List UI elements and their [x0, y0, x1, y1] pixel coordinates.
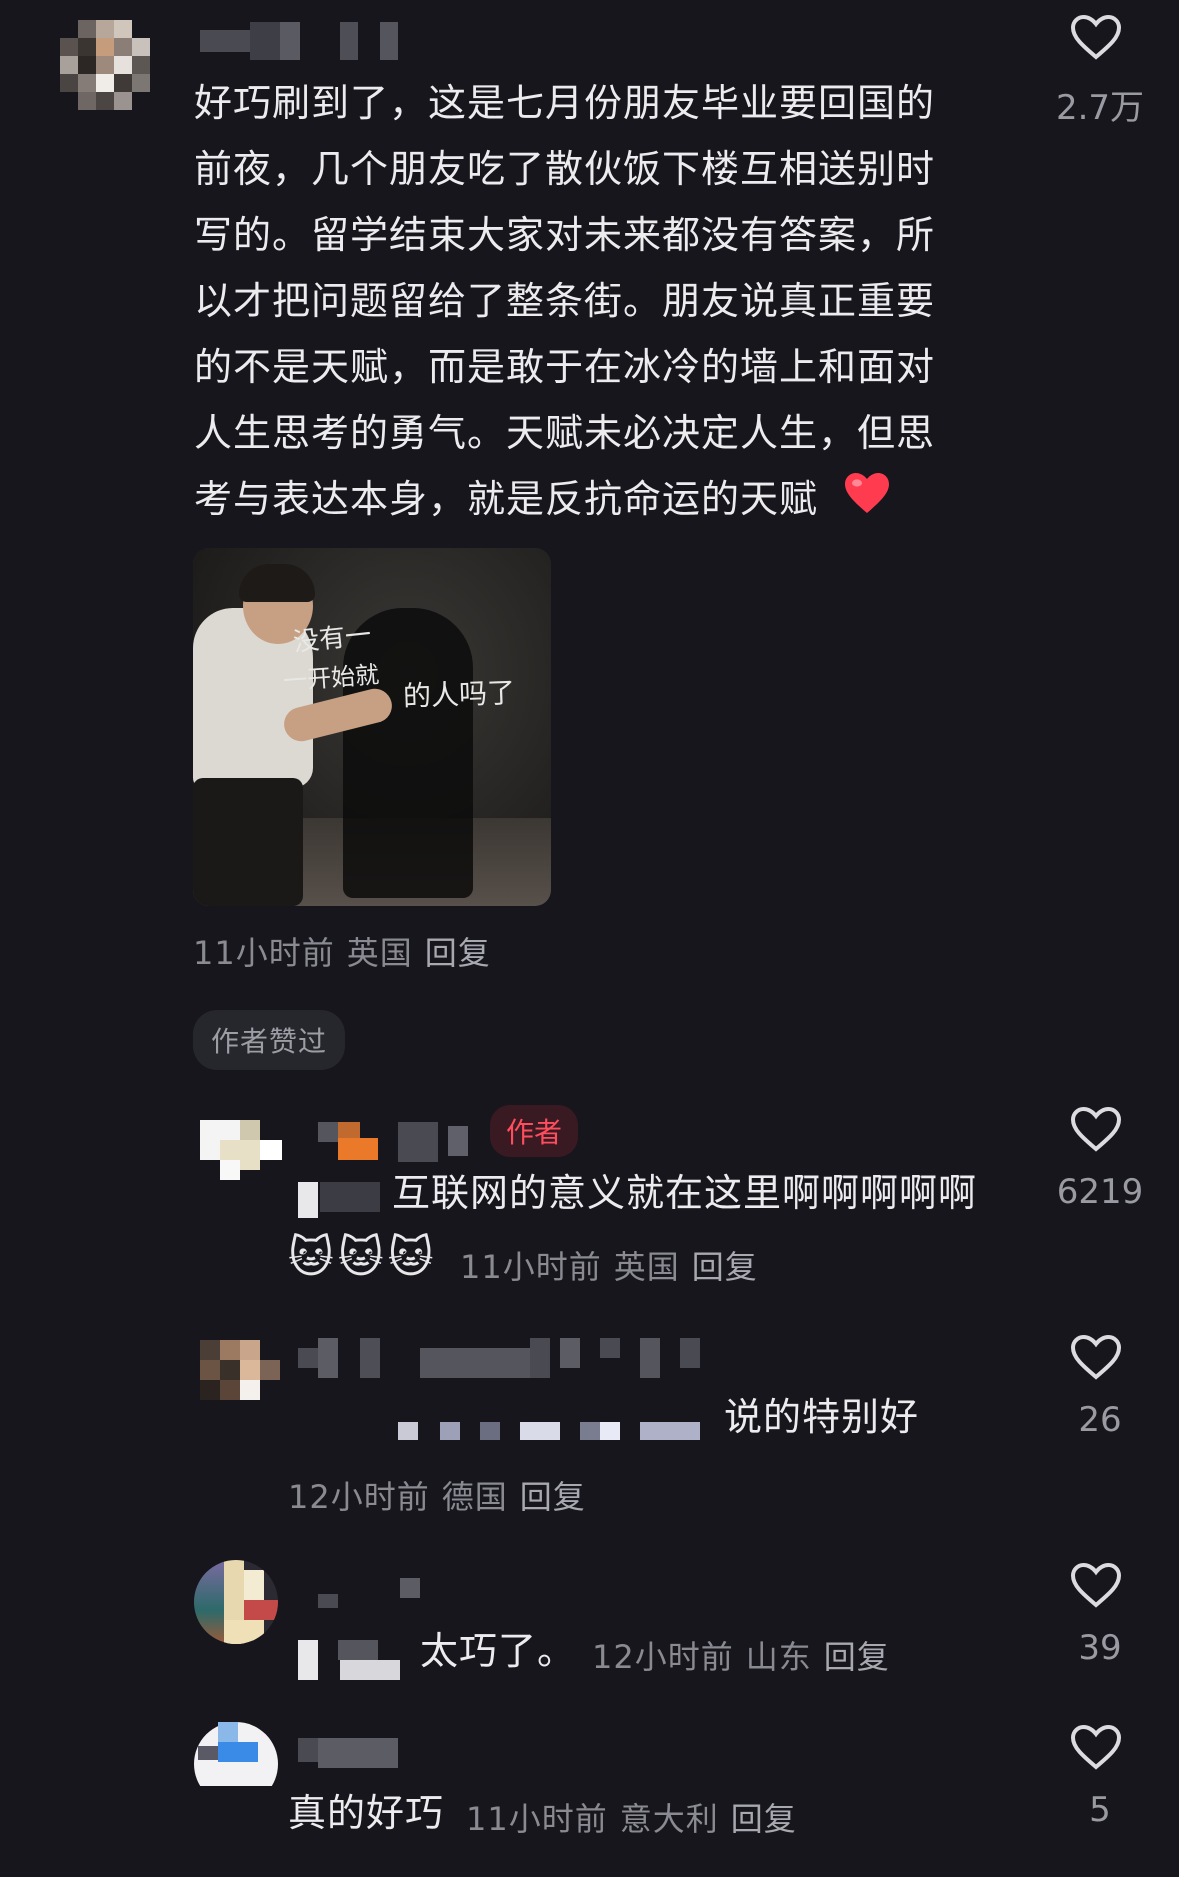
comment-line: 的不是天赋，而是敢于在冰冷的墙上和面对: [194, 345, 936, 389]
like-button[interactable]: [1070, 1334, 1130, 1380]
comment-meta: 12小时前 山东 回复: [592, 1632, 902, 1678]
comment-text: 说的特别好: [724, 1395, 920, 1439]
avatar[interactable]: [200, 1340, 282, 1400]
comment-line: 考与表达本身，就是反抗命运的天赋: [194, 477, 819, 521]
username[interactable]: [318, 1118, 478, 1162]
heart-outline-icon: [1070, 1562, 1130, 1608]
comment-line: 以才把问题留给了整条街。朋友说真正重要: [194, 279, 936, 323]
heart-outline-icon: [1070, 1724, 1130, 1770]
comment-meta: 11小时前 意大利 回复: [466, 1794, 809, 1840]
username[interactable]: [298, 1738, 408, 1768]
heart-outline-icon: [1070, 1106, 1130, 1152]
like-count: 6219: [1056, 1172, 1144, 1212]
avatar[interactable]: [194, 1560, 278, 1644]
cat-sticker-icon: 🐱: [288, 1232, 338, 1283]
username[interactable]: [318, 1578, 428, 1608]
heart-outline-icon: [1070, 14, 1130, 60]
sticker-row: 🐱🐱🐱: [288, 1232, 438, 1283]
comment-meta: 11小时前 英国 回复: [193, 928, 503, 974]
cat-sticker-icon: 🐱: [337, 1232, 388, 1283]
chalk-writing: 一开始就: [282, 660, 381, 696]
like-count: 2.7万: [1055, 88, 1145, 128]
comment-text: 好巧刷到了，这是七月份朋友毕业要回国的 前夜，几个朋友吃了散伙饭下楼互相送别时 …: [194, 70, 994, 535]
like-button[interactable]: [1070, 1562, 1130, 1608]
comment-line: 写的。留学结束大家对未来都没有答案，所: [194, 213, 936, 257]
like-count: 39: [1078, 1628, 1122, 1668]
like-count: 5: [1089, 1790, 1111, 1830]
comment-location: 英国: [613, 1248, 680, 1286]
author-liked-badge: 作者赞过: [193, 1010, 346, 1070]
comment-photo[interactable]: 没有一 一开始就 的人吗了: [193, 548, 551, 906]
reply-to-blur: [298, 1178, 388, 1218]
reply-to-blur: [398, 1400, 718, 1440]
comment-line: 前夜，几个朋友吃了散伙饭下楼互相送别时: [194, 147, 936, 191]
username[interactable]: [200, 22, 420, 60]
like-button[interactable]: [1070, 1106, 1130, 1152]
avatar[interactable]: [60, 20, 160, 120]
comment-location: 德国: [441, 1478, 508, 1516]
comment-text: 互联网的意义就在这里啊啊啊啊啊: [392, 1171, 978, 1215]
heart-emoji-icon: [843, 469, 891, 535]
chalk-writing: 的人吗了: [402, 676, 516, 713]
reply-button[interactable]: 回复: [425, 934, 491, 972]
cat-sticker-icon: 🐱: [387, 1232, 438, 1283]
comment-text: 太巧了。: [420, 1629, 577, 1673]
avatar[interactable]: [194, 1722, 278, 1786]
comment-meta: 12小时前 德国 回复: [288, 1472, 598, 1518]
comment-time: 12小时前: [288, 1478, 430, 1516]
comment-location: 意大利: [619, 1800, 719, 1838]
like-button[interactable]: [1070, 14, 1130, 60]
like-count: 26: [1078, 1400, 1122, 1440]
author-tag: 作者: [490, 1105, 579, 1157]
comment-location: 山东: [745, 1638, 812, 1676]
comment-time: 11小时前: [460, 1248, 602, 1286]
comment-location: 英国: [346, 934, 413, 972]
heart-outline-icon: [1070, 1334, 1130, 1380]
comment-time: 12小时前: [592, 1638, 734, 1676]
comment-time: 11小时前: [466, 1800, 608, 1838]
reply-button[interactable]: 回复: [692, 1248, 758, 1286]
reply-button[interactable]: 回复: [731, 1800, 797, 1838]
username[interactable]: [298, 1338, 728, 1378]
like-button[interactable]: [1070, 1724, 1130, 1770]
comment-line: 好巧刷到了，这是七月份朋友毕业要回国的: [194, 81, 936, 125]
comment-line: 人生思考的勇气。天赋未必决定人生，但思: [194, 411, 936, 455]
reply-button[interactable]: 回复: [824, 1638, 890, 1676]
comment-time: 11小时前: [193, 934, 335, 972]
comment-text: 真的好巧: [288, 1791, 445, 1835]
reply-button[interactable]: 回复: [520, 1478, 586, 1516]
comment-meta: 11小时前 英国 回复: [460, 1242, 770, 1288]
avatar[interactable]: [200, 1100, 282, 1182]
